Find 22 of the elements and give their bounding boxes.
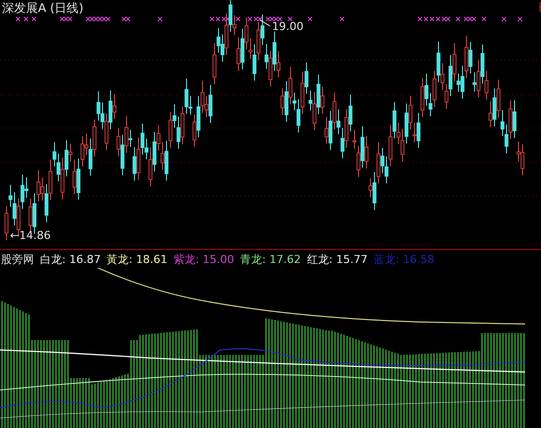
cross-icon — [308, 16, 312, 22]
cross-icon — [502, 16, 506, 22]
cross-icon — [158, 16, 162, 22]
cross-icon — [518, 16, 522, 22]
cross-icon — [236, 16, 240, 22]
cross-icon — [482, 16, 486, 22]
indicator-value: 青龙: 17.62 — [240, 252, 301, 266]
indicator-value: 黃龙: 18.61 — [106, 252, 168, 266]
cross-icon — [456, 16, 460, 22]
cross-icon — [16, 16, 20, 22]
low-price-label: ←14.86 — [10, 229, 51, 242]
cross-icon — [24, 16, 28, 22]
indicator-value: 蓝龙: 16.58 — [374, 252, 434, 266]
indicator-value: 红龙: 15.77 — [306, 252, 368, 266]
chart-title: 深发展A (日线) — [2, 0, 84, 17]
indicator-name: 股旁网 — [1, 252, 34, 266]
indicator-value: 白龙: 16.87 — [40, 252, 101, 266]
cross-icon — [340, 16, 344, 22]
cross-icon — [32, 16, 36, 22]
cross-icon — [288, 16, 292, 22]
high-price-label: 19.00 — [272, 20, 304, 33]
indicator-value: 紫龙: 15.00 — [173, 252, 234, 266]
